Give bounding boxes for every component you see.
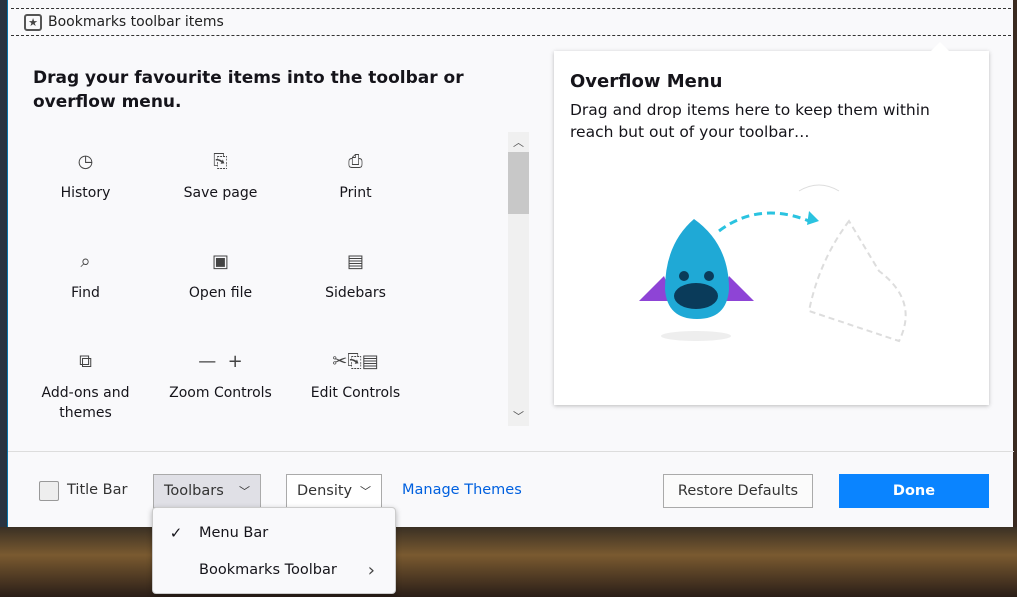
overflow-panel[interactable]: Overflow Menu Drag and drop items here t… bbox=[554, 42, 989, 405]
chevron-down-icon: ﹀ bbox=[239, 485, 250, 498]
toolbars-menu: ✓ Menu Bar Bookmarks Toolbar › bbox=[152, 507, 396, 594]
palette-item-find[interactable]: ⌕ Find bbox=[18, 249, 153, 303]
bookmarks-toolbar[interactable]: ★ Bookmarks toolbar items bbox=[11, 8, 1011, 36]
restore-defaults-button[interactable]: Restore Defaults bbox=[663, 474, 813, 508]
scrollbar-thumb[interactable] bbox=[508, 152, 529, 214]
checkmark-icon: ✓ bbox=[169, 524, 183, 542]
item-label: Sidebars bbox=[325, 285, 386, 301]
palette-grid: ◷ History ⎘ Save page ⎙ Print ⌕ Find ▣ Open f… bbox=[18, 135, 508, 435]
puzzle-icon: ⧉ bbox=[79, 351, 92, 372]
toolbars-label: Toolbars bbox=[164, 483, 224, 499]
toolbars-dropdown[interactable]: Toolbars ﹀ bbox=[153, 474, 261, 508]
palette-scrollbar[interactable]: ︿ ﹀ bbox=[508, 132, 529, 426]
clock-icon: ◷ bbox=[77, 151, 94, 172]
save-icon: ⎘ bbox=[213, 151, 228, 172]
chevron-right-icon: › bbox=[367, 559, 375, 581]
chevron-down-icon: ﹀ bbox=[360, 485, 371, 498]
scroll-down-icon[interactable]: ﹀ bbox=[508, 408, 529, 424]
density-dropdown[interactable]: Density ﹀ bbox=[286, 474, 382, 508]
title-bar-checkbox[interactable] bbox=[39, 481, 59, 501]
palette-item-open-file[interactable]: ▣ Open file bbox=[153, 249, 288, 303]
title-bar-label[interactable]: Title Bar bbox=[67, 482, 127, 498]
search-icon: ⌕ bbox=[80, 251, 91, 272]
manage-themes-link[interactable]: Manage Themes bbox=[402, 482, 522, 498]
item-label: History bbox=[60, 185, 111, 201]
menu-item-menu-bar[interactable]: ✓ Menu Bar bbox=[153, 518, 395, 548]
item-label: Open file bbox=[188, 285, 253, 301]
edit-icon: ✂⎘▤ bbox=[332, 351, 379, 372]
item-label: Add-ons and themes bbox=[41, 385, 130, 421]
density-label: Density bbox=[297, 483, 353, 499]
palette-item-save-page[interactable]: ⎘ Save page bbox=[153, 149, 288, 203]
item-label: Save page bbox=[183, 185, 258, 201]
palette-item-history[interactable]: ◷ History bbox=[18, 149, 153, 203]
scroll-up-icon[interactable]: ︿ bbox=[508, 134, 529, 150]
printer-icon: ⎙ bbox=[348, 151, 363, 172]
overflow-title: Overflow Menu bbox=[570, 71, 723, 92]
bookmarks-toolbar-label: Bookmarks toolbar items bbox=[48, 14, 224, 30]
sidebar-icon: ▤ bbox=[346, 251, 364, 272]
palette-item-addons[interactable]: ⧉ Add-ons and themes bbox=[18, 349, 153, 423]
item-label: Zoom Controls bbox=[169, 385, 272, 401]
folder-open-icon: ▣ bbox=[211, 251, 229, 272]
done-button[interactable]: Done bbox=[839, 474, 989, 508]
palette-item-sidebars[interactable]: ▤ Sidebars bbox=[288, 249, 423, 303]
item-label: Find bbox=[71, 285, 100, 301]
item-label: Edit Controls bbox=[310, 385, 401, 401]
item-label: Print bbox=[339, 185, 372, 201]
palette-item-print[interactable]: ⎙ Print bbox=[288, 149, 423, 203]
menu-item-label: Menu Bar bbox=[199, 525, 269, 541]
menu-item-bookmarks-toolbar[interactable]: Bookmarks Toolbar › bbox=[153, 555, 395, 585]
zoom-icon: — + bbox=[198, 351, 243, 372]
palette-heading: Drag your favourite items into the toolb… bbox=[33, 68, 464, 112]
star-icon: ★ bbox=[24, 13, 42, 31]
palette-item-zoom-controls[interactable]: — + Zoom Controls bbox=[153, 349, 288, 403]
menu-item-label: Bookmarks Toolbar bbox=[199, 562, 337, 578]
customize-window: ★ Bookmarks toolbar items Drag your favo… bbox=[7, 0, 1014, 527]
overflow-description: Drag and drop items here to keep them wi… bbox=[570, 101, 930, 141]
dragon-illustration bbox=[639, 184, 907, 343]
palette-item-edit-controls[interactable]: ✂⎘▤ Edit Controls bbox=[288, 349, 423, 403]
